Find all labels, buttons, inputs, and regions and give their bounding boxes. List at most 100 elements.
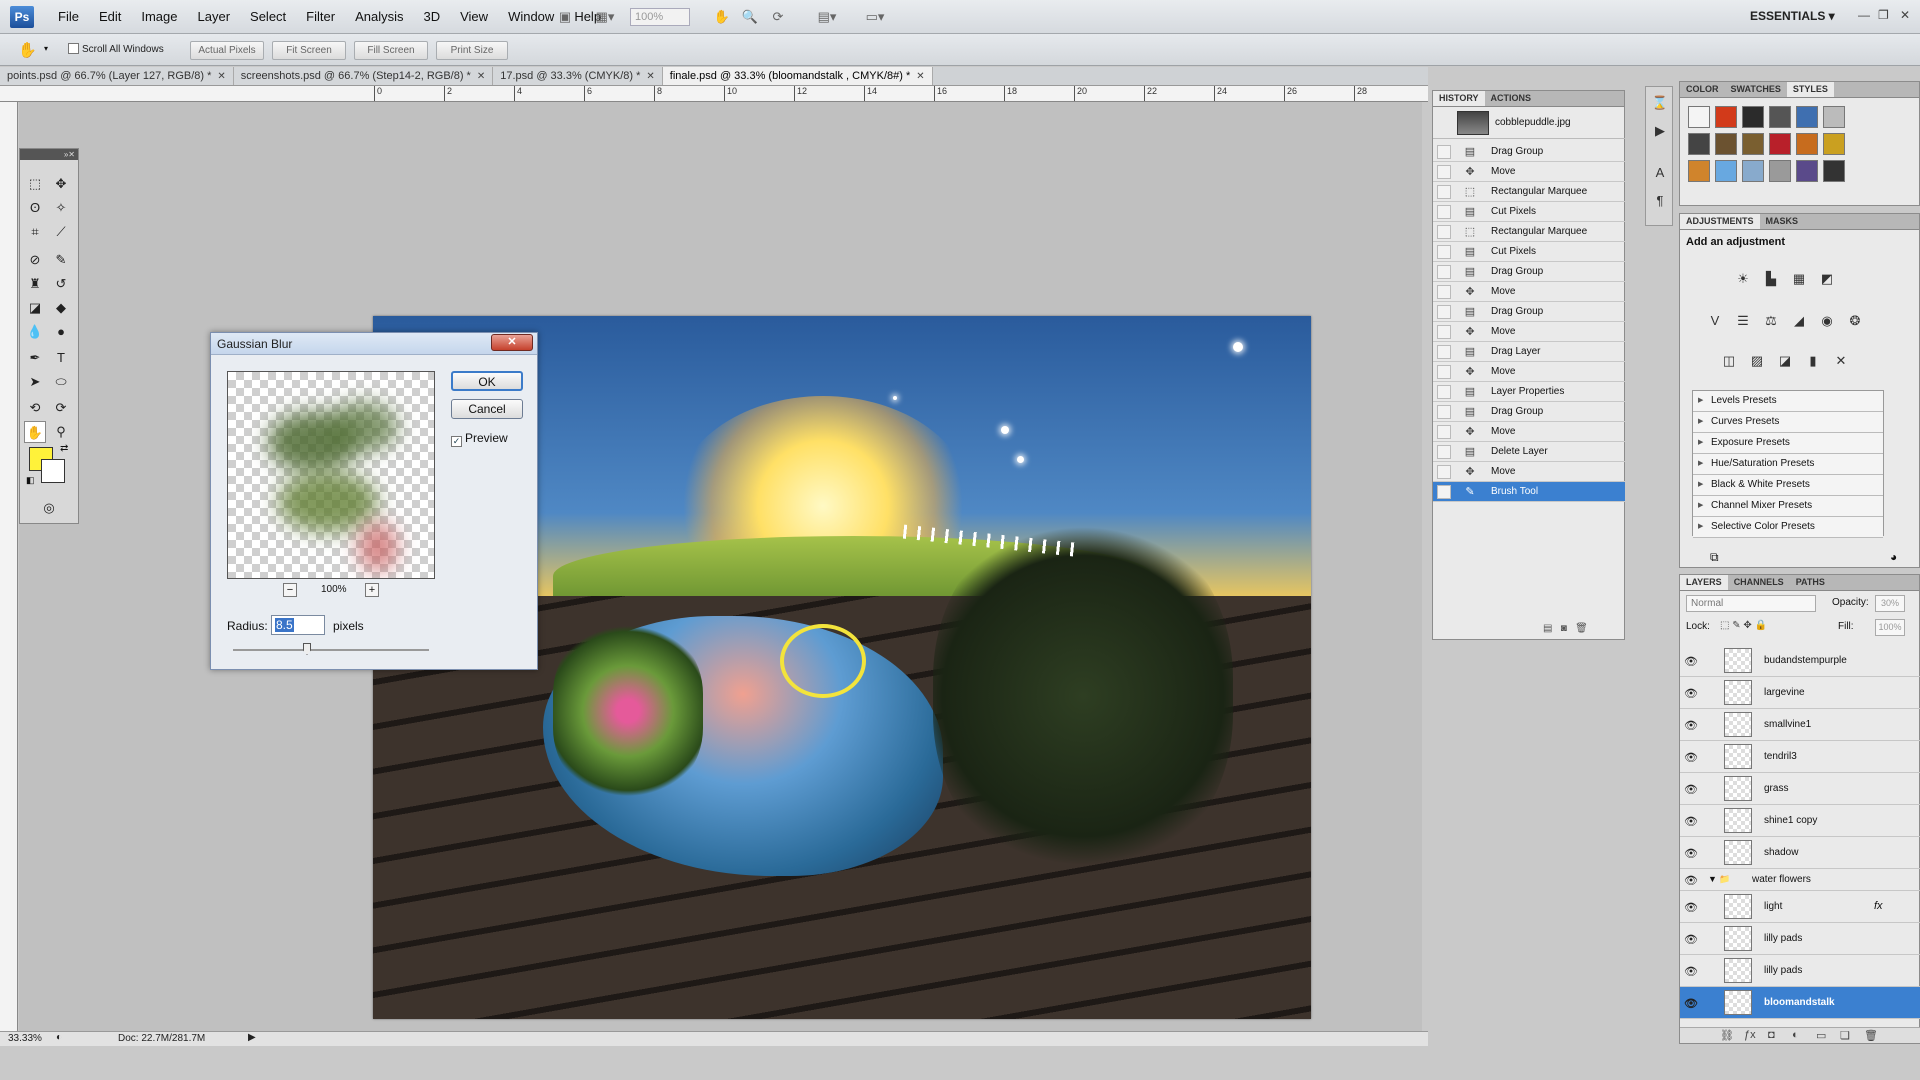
- document-tab[interactable]: points.psd @ 66.7% (Layer 127, RGB/8) * ✕: [0, 67, 234, 85]
- bridge-icon[interactable]: ▣: [555, 8, 575, 26]
- history-source-box[interactable]: [1437, 485, 1451, 499]
- 3d-rotate-icon[interactable]: ⟲: [24, 397, 46, 419]
- document-tab[interactable]: screenshots.psd @ 66.7% (Step14-2, RGB/8…: [233, 67, 494, 85]
- visibility-eye-icon[interactable]: 👁: [1684, 997, 1698, 1010]
- character-panel-icon[interactable]: A: [1650, 163, 1670, 183]
- tab-close-icon[interactable]: ✕: [646, 71, 654, 82]
- visibility-eye-icon[interactable]: 👁: [1684, 965, 1698, 978]
- adjustment-preset-item[interactable]: Black & White Presets: [1693, 475, 1883, 496]
- brightness-icon[interactable]: ☀: [1732, 268, 1754, 290]
- style-swatch[interactable]: [1688, 106, 1710, 128]
- layer-group-row[interactable]: 👁 ▼ 📁 water flowers: [1680, 869, 1920, 891]
- adjust-options-icon[interactable]: ◕: [1890, 550, 1897, 564]
- screen-mode-icon[interactable]: ▭▾: [860, 8, 890, 26]
- layer-row[interactable]: 👁 largevine: [1680, 677, 1920, 709]
- history-item[interactable]: ✥ Move: [1433, 162, 1625, 182]
- photo-filter-icon[interactable]: ◉: [1816, 310, 1838, 332]
- visibility-eye-icon[interactable]: 👁: [1684, 719, 1698, 732]
- adjustment-preset-item[interactable]: Hue/Saturation Presets: [1693, 454, 1883, 475]
- delete-layer-icon[interactable]: 🗑: [1864, 1029, 1878, 1042]
- history-source-box[interactable]: [1437, 245, 1451, 259]
- tab-actions[interactable]: ACTIONS: [1485, 91, 1538, 106]
- visibility-eye-icon[interactable]: 👁: [1684, 687, 1698, 700]
- link-layers-icon[interactable]: ⛓: [1720, 1029, 1734, 1042]
- actual-pixels-button[interactable]: Actual Pixels: [190, 41, 264, 60]
- tab-close-icon[interactable]: ✕: [217, 71, 225, 82]
- status-menu-arrow-icon[interactable]: ▶: [248, 1032, 256, 1043]
- visibility-eye-icon[interactable]: 👁: [1684, 783, 1698, 796]
- menu-image[interactable]: Image: [131, 0, 187, 34]
- menu-filter[interactable]: Filter: [296, 0, 345, 34]
- lasso-tool-icon[interactable]: ʘ: [24, 197, 46, 219]
- layer-row[interactable]: 👁 smallvine1: [1680, 709, 1920, 741]
- adjustment-preset-item[interactable]: Curves Presets: [1693, 412, 1883, 433]
- paint-bucket-icon[interactable]: ◆: [50, 297, 72, 319]
- history-item[interactable]: ⬚ Rectangular Marquee: [1433, 222, 1625, 242]
- document-tab[interactable]: 17.psd @ 33.3% (CMYK/8) * ✕: [493, 67, 663, 85]
- tab-swatches[interactable]: SWATCHES: [1725, 82, 1787, 97]
- path-selection-icon[interactable]: ➤: [24, 371, 46, 393]
- paragraph-panel-icon[interactable]: ¶: [1650, 191, 1670, 211]
- preview-checkbox[interactable]: ✓ Preview: [451, 431, 508, 447]
- history-footer-icons[interactable]: ▤ ◙ 🗑: [1543, 623, 1588, 634]
- history-item[interactable]: ▤ Drag Group: [1433, 302, 1625, 322]
- history-item[interactable]: ▤ Drag Group: [1433, 262, 1625, 282]
- visibility-eye-icon[interactable]: 👁: [1684, 847, 1698, 860]
- close-icon[interactable]: ✕: [1900, 8, 1910, 22]
- dodge-tool-icon[interactable]: ●: [50, 321, 72, 343]
- history-snapshot[interactable]: cobblepuddle.jpg: [1433, 109, 1625, 139]
- style-swatch[interactable]: [1742, 106, 1764, 128]
- history-item[interactable]: ✥ Move: [1433, 322, 1625, 342]
- style-swatch[interactable]: [1823, 106, 1845, 128]
- visibility-eye-icon[interactable]: 👁: [1684, 933, 1698, 946]
- history-brush-icon[interactable]: ↺: [50, 273, 72, 295]
- radius-input[interactable]: 8.5: [271, 615, 325, 635]
- preview-zoom-out-button[interactable]: −: [283, 583, 297, 597]
- zoom-level-combo[interactable]: 100%: [630, 8, 690, 26]
- magic-wand-tool-icon[interactable]: ✧: [50, 197, 72, 219]
- layer-effects-icon[interactable]: fx: [1874, 900, 1883, 912]
- arrange-documents-icon[interactable]: ▤▾: [812, 8, 842, 26]
- fit-screen-button[interactable]: Fit Screen: [272, 41, 346, 60]
- shape-tool-icon[interactable]: ⬭: [50, 371, 72, 393]
- style-swatch[interactable]: [1769, 160, 1791, 182]
- menu-select[interactable]: Select: [240, 0, 296, 34]
- crop-tool-icon[interactable]: ⌗: [24, 221, 46, 243]
- zoom-tool-icon[interactable]: 🔍: [740, 8, 760, 26]
- tab-adjustments[interactable]: ADJUSTMENTS: [1680, 214, 1760, 229]
- menu-3d[interactable]: 3D: [413, 0, 450, 34]
- pen-tool-icon[interactable]: ✒: [24, 347, 46, 369]
- visibility-eye-icon[interactable]: 👁: [1684, 655, 1698, 668]
- menu-edit[interactable]: Edit: [89, 0, 131, 34]
- move-tool-icon[interactable]: ✥: [50, 173, 72, 195]
- style-swatch[interactable]: [1796, 106, 1818, 128]
- visibility-eye-icon[interactable]: 👁: [1684, 874, 1698, 887]
- history-item[interactable]: ▤ Delete Layer: [1433, 442, 1625, 462]
- style-swatch[interactable]: [1769, 133, 1791, 155]
- style-swatch[interactable]: [1715, 133, 1737, 155]
- style-swatch[interactable]: [1796, 160, 1818, 182]
- history-item[interactable]: ⬚ Rectangular Marquee: [1433, 182, 1625, 202]
- layer-mask-icon[interactable]: ◘: [1768, 1029, 1775, 1041]
- toolbox-header[interactable]: »✕: [20, 149, 78, 160]
- view-extras-icon[interactable]: ▦▾: [590, 8, 620, 26]
- layer-row[interactable]: 👁 shadow: [1680, 837, 1920, 869]
- tab-layers[interactable]: LAYERS: [1680, 575, 1728, 590]
- status-zoom[interactable]: 33.33%: [8, 1033, 42, 1044]
- 3d-orbit-icon[interactable]: ⟳: [50, 397, 72, 419]
- history-item[interactable]: ▤ Layer Properties: [1433, 382, 1625, 402]
- hand-tool-icon[interactable]: ✋: [712, 8, 732, 26]
- adjustment-preset-item[interactable]: Exposure Presets: [1693, 433, 1883, 454]
- new-adjustment-icon[interactable]: ◐: [1792, 1029, 1799, 1041]
- ok-button[interactable]: OK: [451, 371, 523, 391]
- blend-mode-select[interactable]: Normal: [1686, 595, 1816, 612]
- healing-brush-icon[interactable]: ⊘: [24, 249, 46, 271]
- history-source-box[interactable]: [1437, 425, 1451, 439]
- minimize-icon[interactable]: —: [1858, 8, 1870, 22]
- layer-row[interactable]: 👁 tendril3: [1680, 741, 1920, 773]
- default-colors-icon[interactable]: ◧: [26, 475, 35, 486]
- style-swatch[interactable]: [1823, 160, 1845, 182]
- visibility-eye-icon[interactable]: 👁: [1684, 751, 1698, 764]
- layer-row[interactable]: 👁 budandstempurple: [1680, 645, 1920, 677]
- history-source-box[interactable]: [1437, 365, 1451, 379]
